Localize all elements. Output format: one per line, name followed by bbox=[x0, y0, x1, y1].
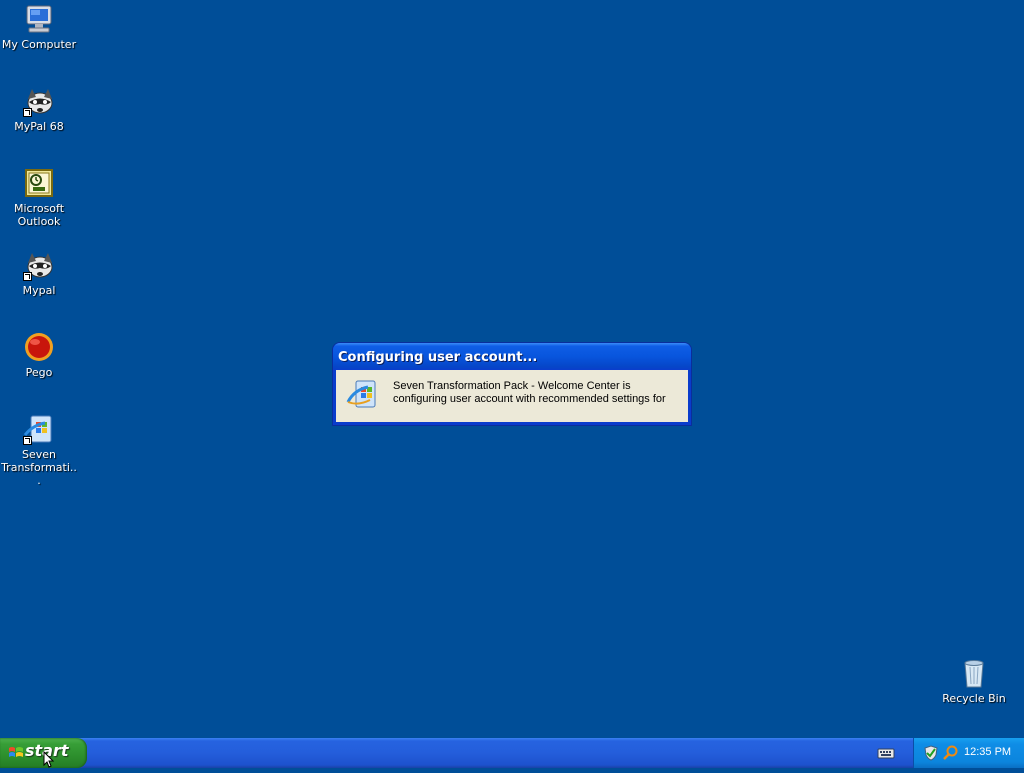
desktop: My Computer MyPal 68 Microsoft Outlook M… bbox=[0, 0, 1024, 738]
raccoon-icon bbox=[23, 85, 55, 117]
desktop-icon-pego[interactable]: Pego bbox=[0, 331, 78, 379]
outlook-icon bbox=[23, 167, 55, 199]
desktop-icon-seven-transformation[interactable]: Seven Transformati... bbox=[0, 413, 78, 487]
recycle-bin-icon bbox=[958, 657, 990, 689]
raccoon-icon bbox=[23, 249, 55, 281]
security-shield-icon[interactable] bbox=[923, 745, 939, 761]
desktop-icon-label: Pego bbox=[25, 366, 53, 379]
seven-transformation-icon bbox=[346, 378, 378, 410]
configuring-dialog[interactable]: Configuring user account... Seven Transf… bbox=[333, 343, 691, 425]
dialog-title[interactable]: Configuring user account... bbox=[333, 343, 691, 370]
taskbar: start 12:35 PM bbox=[0, 738, 1024, 768]
desktop-icon-recycle-bin[interactable]: Recycle Bin bbox=[935, 657, 1013, 705]
search-icon[interactable] bbox=[942, 745, 958, 761]
computer-icon bbox=[23, 3, 55, 35]
keyboard-icon[interactable] bbox=[877, 745, 895, 759]
desktop-icon-label: Microsoft Outlook bbox=[13, 202, 65, 228]
mouse-cursor-icon bbox=[43, 750, 55, 769]
desktop-icon-label: My Computer bbox=[1, 38, 77, 51]
dialog-message: Seven Transformation Pack - Welcome Cent… bbox=[393, 380, 666, 405]
desktop-icon-label: Recycle Bin bbox=[942, 692, 1006, 705]
seven-transformation-icon bbox=[23, 413, 55, 445]
system-tray: 12:35 PM bbox=[913, 738, 1024, 768]
desktop-icon-label: MyPal 68 bbox=[14, 120, 64, 133]
clock[interactable]: 12:35 PM bbox=[964, 746, 1011, 758]
windows-flag-icon bbox=[8, 745, 24, 761]
desktop-icon-mypal-68[interactable]: MyPal 68 bbox=[0, 85, 78, 133]
desktop-icon-my-computer[interactable]: My Computer bbox=[0, 3, 78, 51]
desktop-icon-label: Mypal bbox=[22, 284, 56, 297]
desktop-icon-microsoft-outlook[interactable]: Microsoft Outlook bbox=[0, 167, 78, 228]
desktop-icon-mypal[interactable]: Mypal bbox=[0, 249, 78, 297]
red-orb-icon bbox=[23, 331, 55, 363]
desktop-icon-label: Seven Transformati... bbox=[1, 448, 77, 487]
dialog-body: Seven Transformation Pack - Welcome Cent… bbox=[336, 370, 688, 422]
